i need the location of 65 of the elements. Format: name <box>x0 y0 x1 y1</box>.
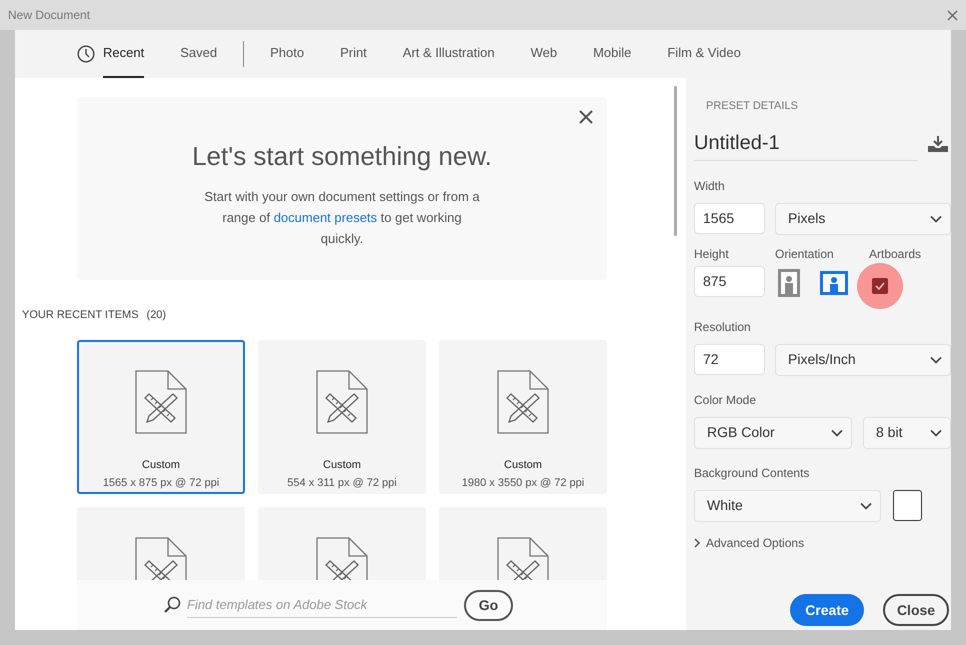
dropdown[interactable]: Pixels/Inch <box>775 344 951 376</box>
item-name: Custom <box>504 458 542 472</box>
field-label: Resolution <box>694 320 751 334</box>
document-tools-icon <box>497 370 549 434</box>
artboards-checkbox[interactable] <box>872 278 888 294</box>
tab[interactable]: Art & Illustration <box>402 30 495 78</box>
advanced-options-toggle[interactable]: Advanced Options <box>694 534 951 552</box>
tab[interactable]: Mobile <box>593 30 632 78</box>
field-label: Width <box>694 178 725 192</box>
recent-item-card[interactable]: Custom 554 x 311 px @ 72 ppi <box>258 340 426 494</box>
item-size: 1980 x 3550 px @ 72 ppi <box>462 476 584 491</box>
dropdown[interactable]: RGB Color <box>694 416 852 448</box>
create-button[interactable]: Create <box>790 594 864 626</box>
tab[interactable]: Web <box>530 30 558 78</box>
field-label: Color Mode <box>694 392 756 406</box>
check-icon <box>875 282 885 290</box>
field-label: Orientation <box>775 246 835 260</box>
close-icon[interactable] <box>947 10 958 20</box>
document-name-field[interactable]: Untitled-1 <box>694 128 918 160</box>
chevron-down-icon <box>860 502 872 510</box>
chevron-down-icon <box>930 356 942 364</box>
welcome-title: Let's start something new. <box>192 140 492 173</box>
welcome-text: Start with your own document settings or from a range of document presets to get working quickly. <box>203 188 481 248</box>
portrait-icon[interactable] <box>778 268 800 296</box>
close-button[interactable]: Close <box>883 594 949 626</box>
height-field[interactable]: 875 <box>694 266 765 296</box>
clock-icon <box>77 45 95 63</box>
field-label: Height <box>694 246 730 260</box>
tab[interactable]: Film & Video <box>667 30 741 78</box>
dropdown[interactable]: White <box>694 490 881 522</box>
item-name: Custom <box>142 458 180 472</box>
dropdown[interactable]: Pixels <box>775 202 951 234</box>
item-name: Custom <box>323 458 361 472</box>
dropdown[interactable]: 8 bit <box>863 416 951 448</box>
chevron-down-icon <box>930 428 942 436</box>
width-field[interactable]: 1565 <box>694 202 765 234</box>
tab[interactable]: Print <box>340 30 367 78</box>
recent-item-card[interactable]: Custom 1565 x 875 px @ 72 ppi <box>77 340 245 494</box>
color-swatch[interactable] <box>893 490 922 521</box>
tab[interactable]: Photo <box>270 30 304 78</box>
item-count: (20) <box>146 308 166 323</box>
chevron-icon <box>694 538 701 548</box>
landscape-icon[interactable] <box>820 270 848 294</box>
chevron-down-icon <box>831 428 843 436</box>
field-label: Artboards <box>869 246 922 260</box>
tab[interactable]: Recent <box>77 30 144 78</box>
go-button[interactable]: Go <box>464 590 513 620</box>
document-presets-link[interactable]: document presets <box>274 210 378 225</box>
recent-item-card[interactable]: Custom 1980 x 3550 px @ 72 ppi <box>439 340 607 494</box>
resolution-field[interactable]: 72 <box>694 344 765 374</box>
item-size: 1565 x 875 px @ 72 ppi <box>102 476 220 491</box>
document-tools-icon <box>135 370 187 434</box>
chevron-down-icon <box>930 214 942 222</box>
window-title: New Document <box>8 7 90 24</box>
section-heading: PRESET DETAILS <box>706 99 799 114</box>
tab[interactable]: Saved <box>180 30 218 78</box>
close-icon[interactable] <box>579 110 593 124</box>
search-field[interactable]: Find templates on Adobe Stock <box>187 592 457 618</box>
item-size: 554 x 311 px @ 72 ppi <box>287 476 397 491</box>
section-heading: YOUR RECENT ITEMS <box>22 308 139 323</box>
document-tools-icon <box>316 370 368 434</box>
field-label: Background Contents <box>694 466 810 480</box>
search-bar[interactable]: Find templates on Adobe Stock Go <box>77 580 607 630</box>
save-preset-icon[interactable] <box>927 134 949 152</box>
search-icon <box>163 596 181 614</box>
